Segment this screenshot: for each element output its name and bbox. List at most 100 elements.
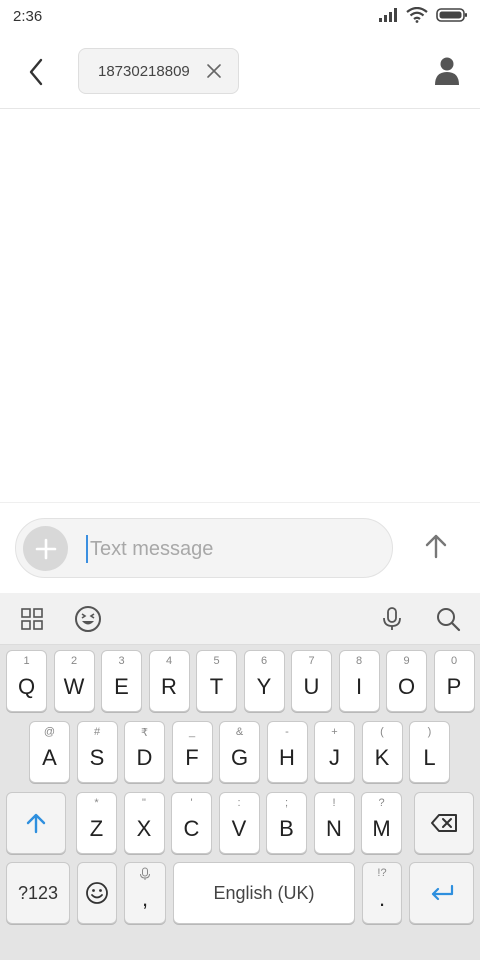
key-hint: : — [237, 797, 241, 809]
key-label: T — [209, 674, 224, 699]
key-label: V — [231, 816, 247, 841]
key-q[interactable]: 1Q — [6, 650, 47, 712]
key-hint: ' — [190, 797, 193, 809]
key-g[interactable]: & G — [219, 721, 260, 783]
grid-button[interactable] — [16, 603, 48, 635]
key-m[interactable]: ? M — [361, 792, 402, 854]
key-x[interactable]: " X — [123, 792, 165, 854]
symbols-key-label: ?123 — [17, 882, 59, 903]
key-h[interactable]: -H — [266, 721, 308, 783]
contact-button[interactable] — [430, 54, 464, 88]
key-label: W — [63, 674, 85, 699]
compose-bar — [0, 503, 480, 593]
key-label: R — [161, 674, 177, 699]
key-d[interactable]: ₹ D — [124, 721, 165, 783]
close-icon[interactable] — [206, 63, 222, 79]
key-w[interactable]: 2W — [53, 650, 95, 712]
key-label: M — [372, 816, 391, 841]
key-hint: 0 — [450, 655, 458, 667]
key-label: Z — [89, 816, 104, 841]
key-hint: 1 — [23, 655, 30, 667]
shift-arrow-icon — [26, 813, 46, 834]
chevron-left-icon — [29, 58, 43, 86]
key-hint: @ — [43, 726, 56, 738]
battery-icon — [436, 8, 467, 22]
key-v[interactable]: :V — [218, 792, 260, 854]
key-c[interactable]: ' C — [171, 792, 212, 854]
key-hint: & — [235, 726, 244, 738]
message-input[interactable] — [86, 535, 376, 563]
key-z[interactable]: * Z — [76, 792, 117, 854]
key-p[interactable]: 0P — [433, 650, 475, 712]
key-label: Q — [17, 674, 36, 699]
send-button[interactable] — [418, 528, 454, 564]
key-hint: 6 — [260, 655, 268, 667]
key-label: U — [303, 674, 320, 699]
key-b[interactable]: ; B — [266, 792, 307, 854]
key-y[interactable]: 6Y — [243, 650, 285, 712]
search-button[interactable] — [432, 603, 464, 635]
key-t[interactable]: 5T — [196, 650, 237, 712]
period-key-label: . — [378, 886, 386, 911]
status-bar: 2:36 — [0, 0, 480, 34]
conversation-header: 18730218809 — [0, 34, 480, 109]
key-label: H — [279, 745, 295, 770]
key-label: P — [446, 674, 462, 699]
key-s[interactable]: # S — [76, 721, 118, 783]
space-key-label: English (UK) — [213, 882, 315, 903]
key-l[interactable]: ) L — [409, 721, 450, 783]
recipient-chip[interactable]: 18730218809 — [78, 48, 239, 94]
key-label: E — [114, 674, 129, 699]
key-e[interactable]: 3E — [101, 650, 142, 712]
enter-key[interactable] — [409, 862, 474, 924]
key-hint: 3 — [118, 655, 125, 667]
key-a[interactable]: @ A — [29, 721, 70, 783]
space-key[interactable]: English (UK) — [173, 862, 355, 924]
period-key-hint: !? — [377, 867, 387, 879]
emoji-toolbar-button[interactable] — [72, 603, 104, 635]
backspace-icon — [431, 814, 457, 832]
status-icons — [378, 7, 468, 23]
key-hint: ( — [380, 726, 384, 738]
key-j[interactable]: + J — [314, 721, 355, 783]
key-hint: # — [93, 726, 101, 738]
key-label: A — [42, 745, 57, 770]
key-label: O — [397, 674, 416, 699]
key-label: F — [185, 745, 199, 770]
key-hint: 7 — [308, 655, 315, 667]
key-n[interactable]: ! N — [313, 792, 355, 854]
person-icon — [435, 57, 459, 85]
key-r[interactable]: 4R — [148, 650, 190, 712]
key-hint: ₹ — [141, 727, 148, 739]
compose-field — [15, 518, 393, 578]
comma-key[interactable]: , — [124, 862, 166, 924]
keyboard: 1 Q 2 W 3 E 4 R 5 T 6 Y 7 U 8 I 9 O 0 P @ A # S ₹ D _ F & G - H + J(K) L * Z… — [0, 593, 480, 960]
wifi-icon — [406, 7, 428, 23]
key-label: N — [326, 816, 342, 841]
key-o[interactable]: 9O — [386, 650, 427, 712]
key-hint: + — [331, 726, 338, 738]
key-label: Y — [256, 674, 272, 699]
key-i[interactable]: 8I — [338, 650, 380, 712]
backspace-key[interactable] — [414, 792, 474, 854]
key-f[interactable]: _ F — [171, 721, 213, 783]
key-hint: 4 — [165, 655, 173, 667]
attach-button[interactable] — [23, 526, 68, 571]
key-hint: 8 — [355, 655, 363, 667]
emoji-key[interactable] — [77, 862, 117, 924]
recipient-number: 18730218809 — [98, 62, 190, 80]
key-hint: 9 — [403, 655, 410, 667]
key-hint: ; — [284, 797, 289, 809]
shift-key[interactable] — [6, 792, 66, 854]
key-k[interactable]: (K — [361, 721, 403, 783]
key-hint: ) — [427, 726, 432, 738]
period-key[interactable]: !? . — [362, 862, 402, 924]
voice-input-button[interactable] — [376, 603, 408, 635]
back-button[interactable] — [18, 54, 54, 90]
arrow-up-icon — [425, 534, 447, 559]
key-u[interactable]: 7U — [291, 650, 332, 712]
symbols-key[interactable]: ?123 — [6, 862, 70, 924]
key-label: K — [374, 745, 390, 770]
key-label: C — [183, 816, 200, 841]
grid-icon — [21, 608, 43, 630]
